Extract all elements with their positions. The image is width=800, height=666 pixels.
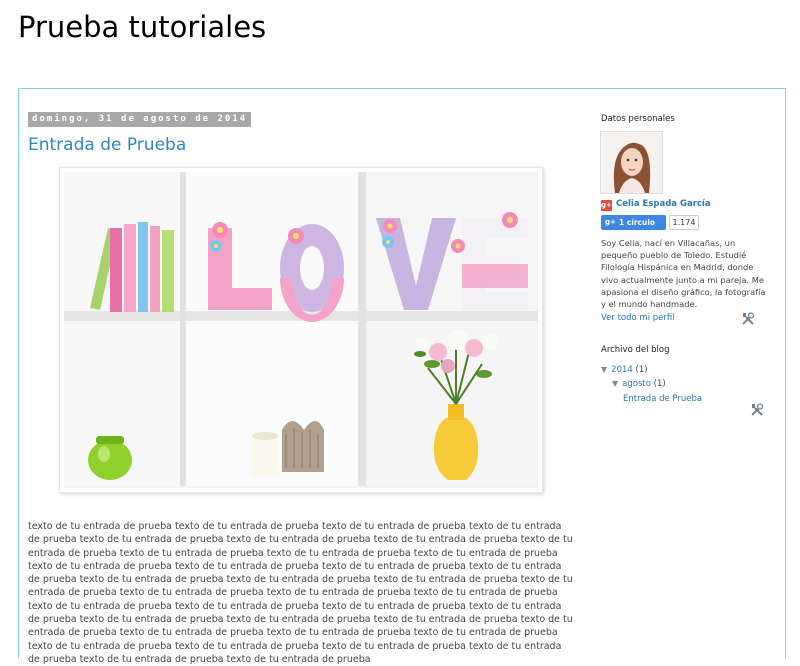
view-profile-link[interactable]: Ver todo mi perfil bbox=[601, 313, 675, 323]
post-image[interactable] bbox=[59, 167, 543, 493]
archive-month-item[interactable]: ▼ agosto (1) bbox=[612, 379, 666, 389]
profile-about: Soy Celia, nací en Villacañas, un pequeñ… bbox=[601, 238, 766, 310]
profile-heading: Datos personales bbox=[601, 114, 675, 124]
blog-title[interactable]: Prueba tutoriales bbox=[18, 10, 266, 44]
follow-button[interactable]: g+ 1 círculo bbox=[601, 215, 666, 230]
post-date: domingo, 31 de agosto de 2014 bbox=[28, 112, 252, 127]
tools-icon[interactable] bbox=[750, 402, 764, 416]
gplus-icon: g+ bbox=[601, 200, 612, 211]
follower-count: 1.174 bbox=[669, 215, 699, 230]
archive-month-count: (1) bbox=[653, 379, 666, 389]
archive-heading: Archivo del blog bbox=[601, 345, 670, 355]
post-title[interactable]: Entrada de Prueba bbox=[28, 135, 186, 155]
profile-photo[interactable] bbox=[600, 131, 663, 194]
triangle-down-icon[interactable]: ▼ bbox=[601, 365, 607, 374]
archive-year-label[interactable]: 2014 bbox=[611, 365, 633, 375]
profile-name-link[interactable]: Celia Espada García bbox=[616, 199, 711, 209]
archive-year-item[interactable]: ▼ 2014 (1) bbox=[601, 365, 648, 375]
gplus-small-icon: g+ bbox=[605, 218, 616, 226]
follow-label: 1 círculo bbox=[619, 218, 656, 227]
love-shelf-photo bbox=[64, 172, 538, 488]
triangle-down-icon[interactable]: ▼ bbox=[612, 379, 618, 388]
profile-avatar-icon bbox=[601, 132, 662, 193]
archive-month-label[interactable]: agosto bbox=[622, 379, 651, 389]
archive-post-link[interactable]: Entrada de Prueba bbox=[623, 394, 702, 404]
archive-year-count: (1) bbox=[635, 365, 648, 375]
tools-icon[interactable] bbox=[741, 311, 755, 325]
post-body: texto de tu entrada de prueba texto de t… bbox=[28, 521, 573, 665]
